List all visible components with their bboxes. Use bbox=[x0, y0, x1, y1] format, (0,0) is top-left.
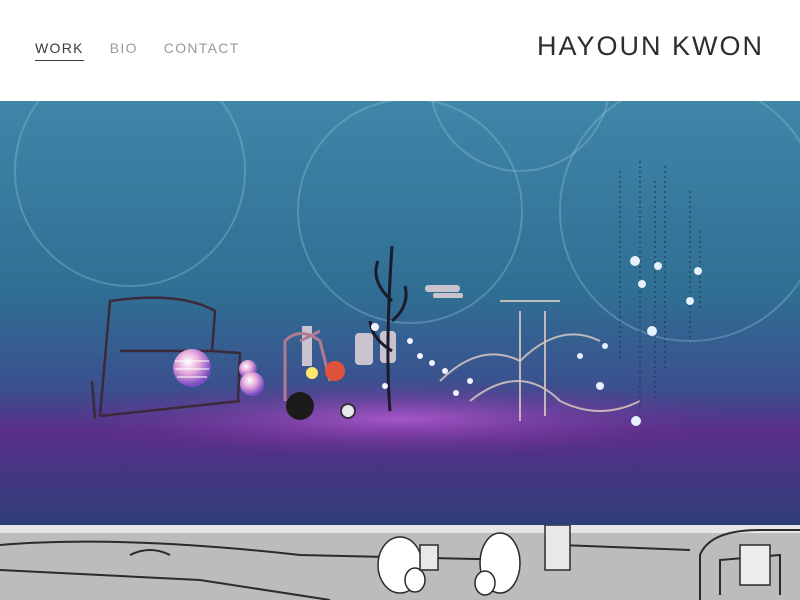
second-artwork-image[interactable] bbox=[0, 525, 800, 600]
nav-item-bio[interactable]: BIO bbox=[110, 40, 138, 61]
main-nav: WORK BIO CONTACT bbox=[35, 40, 240, 61]
nav-item-contact[interactable]: CONTACT bbox=[164, 40, 240, 61]
site-title[interactable]: HAYOUN KWON bbox=[537, 31, 764, 62]
site-header: WORK BIO CONTACT HAYOUN KWON bbox=[0, 0, 800, 100]
nav-item-work[interactable]: WORK bbox=[35, 40, 84, 61]
hero-artwork-image[interactable] bbox=[0, 101, 800, 525]
